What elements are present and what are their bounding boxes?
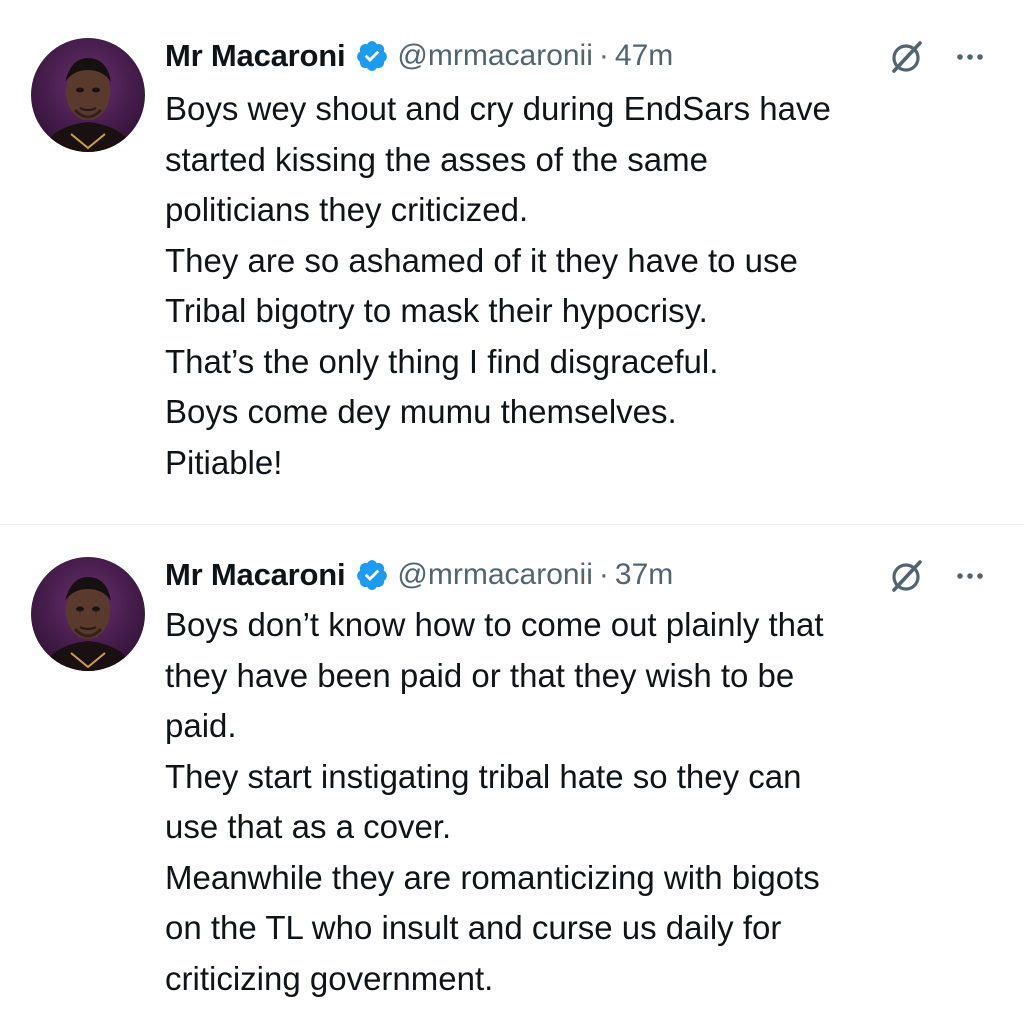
timestamp[interactable]: 47m: [615, 39, 673, 73]
separator-dot: ·: [598, 558, 609, 591]
author-name[interactable]: Mr Macaroni: [165, 557, 346, 593]
tweet-text-line: paid.: [165, 707, 237, 744]
tweet-text-line: They are so ashamed of it they have to u…: [165, 241, 798, 279]
tweet-text-line: Boys wey shout and cry during EndSars ha…: [165, 90, 831, 127]
tweet-feed: Mr Macaroni @mrmacaronii · 47m Boys wey …: [0, 0, 1024, 1024]
tweet-text-line: started kissing the asses of the same: [165, 140, 708, 178]
tweet-text-line: Tribal bigotry to mask their hypocrisy.: [165, 292, 708, 329]
author-handle[interactable]: @mrmacaronii: [397, 558, 592, 592]
author-name[interactable]: Mr Macaroni: [165, 38, 346, 74]
author-handle[interactable]: @mrmacaronii: [397, 39, 592, 73]
tweet-text-line: Meanwhile they are romanticizing with bi…: [165, 858, 820, 896]
tweet-text-line: use that as a cover.: [165, 808, 452, 845]
grok-icon[interactable]: [884, 35, 928, 79]
tweet-text-line: They start instigating tribal hate so th…: [165, 757, 802, 795]
more-options-icon[interactable]: [948, 35, 992, 79]
tweet-text: Boys don’t know how to come out plainly …: [165, 600, 1005, 1004]
grok-icon[interactable]: [884, 554, 928, 598]
tweet-text-line: That’s the only thing I find disgraceful…: [165, 342, 719, 380]
tweet-text-line: they have been paid or that they wish to…: [165, 656, 795, 694]
tweet[interactable]: Mr Macaroni @mrmacaronii · 47m Boys wey …: [0, 0, 1024, 524]
tweet-text-line: politicians they criticized.: [165, 191, 529, 228]
timestamp[interactable]: 37m: [615, 558, 673, 592]
tweet-text-line: Boys come dey mumu themselves.: [165, 393, 677, 430]
verified-badge-icon: [355, 558, 389, 592]
tweet-text-line: Boys don’t know how to come out plainly …: [165, 606, 824, 643]
separator-dot: ·: [598, 39, 609, 72]
tweet-text: Boys wey shout and cry during EndSars ha…: [165, 84, 1005, 488]
verified-badge-icon: [355, 39, 389, 73]
more-options-icon[interactable]: [948, 554, 992, 598]
avatar[interactable]: [31, 38, 145, 152]
tweet-text-line: Pitiable!: [165, 443, 283, 481]
tweet-text-line: criticizing government.: [165, 959, 494, 997]
avatar[interactable]: [31, 557, 145, 671]
tweet-text-line: on the TL who insult and curse us daily …: [165, 909, 782, 946]
tweet[interactable]: Mr Macaroni @mrmacaronii · 37m Boys don’…: [0, 525, 1024, 1024]
tweet-header: Mr Macaroni @mrmacaronii · 47m: [165, 34, 673, 78]
tweet-header: Mr Macaroni @mrmacaronii · 37m: [165, 553, 673, 597]
